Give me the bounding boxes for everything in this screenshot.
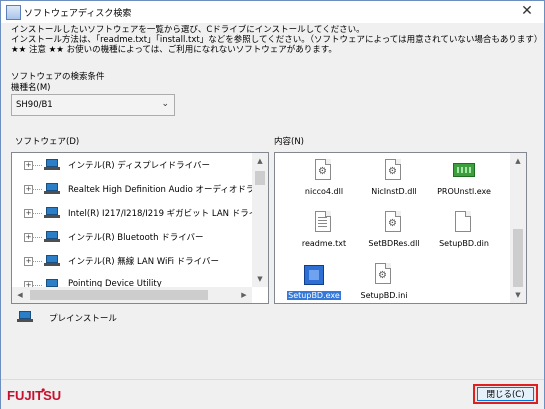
file-name: SetupBD.din: [439, 239, 489, 248]
scroll-down-icon[interactable]: ▼: [252, 271, 268, 287]
tree-item-label: Intel(R) I217/I218/I219 ギガビット LAN ドライバ: [68, 209, 266, 219]
software-disk-search-window: ソフトウェアディスク検索 ✕ インストールしたいソフトウェアを一覧から選び、Cド…: [0, 0, 545, 409]
scroll-up-icon[interactable]: ▲: [510, 153, 526, 169]
model-select-value: SH90/B1: [16, 100, 53, 110]
svg-text:FUJITSU: FUJITSU: [7, 388, 61, 403]
file-item[interactable]: SetupBD.din: [429, 209, 499, 259]
file-item[interactable]: readme.txt: [289, 209, 359, 259]
file-name: nicco4.dll: [304, 187, 344, 196]
laptop-icon: [44, 207, 60, 218]
dll-file-icon: ⚙: [385, 211, 403, 233]
laptop-icon: [44, 255, 60, 266]
main-content: インストールしたいソフトウェアを一覧から選び、Cドライブにインストールしてくださ…: [1, 23, 544, 379]
tree-item[interactable]: + インテル(R) 無線 LAN WiFi ドライバー: [12, 251, 252, 271]
setup-exe-icon: [304, 263, 324, 285]
tree-item-label: インテル(R) ディスプレイドライバー: [68, 161, 210, 171]
tree-horizontal-scrollbar[interactable]: ◀ ▶: [12, 287, 252, 303]
footer: FUJITSU 閉じる(C): [1, 379, 544, 409]
window-close-icon[interactable]: ✕: [518, 3, 536, 19]
text-file-icon: [315, 211, 333, 233]
file-item[interactable]: ⚙ SetupBD.ini: [349, 261, 419, 303]
scroll-thumb[interactable]: [255, 171, 265, 185]
laptop-icon: [44, 159, 60, 170]
tree-item[interactable]: + Realtek High Definition Audio オーディオドライ…: [12, 179, 268, 199]
close-button[interactable]: 閉じる(C): [477, 387, 534, 401]
scroll-down-icon[interactable]: ▼: [510, 287, 526, 303]
tree-item-label: インテル(R) 無線 LAN WiFi ドライバー: [68, 257, 219, 267]
tree-item-selected[interactable]: + Intel(R) I217/I218/I219 ギガビット LAN ドライバ: [12, 203, 266, 223]
contents-vertical-scrollbar[interactable]: ▲ ▼: [510, 153, 526, 303]
tree-vertical-scrollbar[interactable]: ▲ ▼: [252, 153, 268, 287]
window-title: ソフトウェアディスク検索: [24, 9, 132, 19]
contents-label: 内容(N): [274, 137, 304, 147]
file-name: readme.txt: [301, 239, 347, 248]
tree-item[interactable]: + インテル(R) ディスプレイドライバー: [12, 155, 252, 175]
software-list-label: ソフトウェア(D): [15, 137, 80, 147]
file-name: SetBDRes.dll: [368, 239, 420, 248]
software-tree[interactable]: + インテル(R) ディスプレイドライバー + Realtek High Def…: [11, 152, 269, 304]
file-item[interactable]: ⚙ SetBDRes.dll: [359, 209, 429, 259]
instruction-line-3: ★★ 注意 ★★ お使いの機種によっては、ご利用になれないソフトウェアがあります…: [11, 45, 337, 55]
exe-file-icon: [453, 159, 475, 181]
ini-file-icon: ⚙: [375, 263, 393, 285]
file-item[interactable]: PROUnstl.exe: [429, 157, 499, 207]
model-select[interactable]: SH90/B1 ⌄: [11, 94, 175, 116]
close-button-highlight[interactable]: 閉じる(C): [473, 384, 538, 404]
blank-file-icon: [455, 211, 473, 233]
laptop-icon: [17, 311, 33, 322]
tree-item[interactable]: + インテル(R) Bluetooth ドライバー: [12, 227, 252, 247]
laptop-icon: [44, 183, 60, 194]
fujitsu-logo: FUJITSU: [7, 388, 61, 403]
chevron-down-icon: ⌄: [161, 99, 169, 109]
scroll-right-icon[interactable]: ▶: [236, 287, 252, 303]
file-name: NicInstD.dll: [371, 187, 417, 196]
scroll-thumb[interactable]: [513, 229, 523, 287]
app-icon: [6, 5, 21, 20]
contents-panel[interactable]: ⚙ nicco4.dll ⚙ NicInstD.dll PROUnstl.exe…: [274, 152, 527, 304]
dll-file-icon: ⚙: [315, 159, 333, 181]
scroll-thumb[interactable]: [30, 290, 208, 300]
dll-file-icon: ⚙: [385, 159, 403, 181]
scroll-left-icon[interactable]: ◀: [12, 287, 28, 303]
file-item-selected[interactable]: SetupBD.exe: [279, 261, 349, 303]
file-item[interactable]: ⚙ nicco4.dll: [289, 157, 359, 207]
file-name: PROUnstl.exe: [437, 187, 491, 196]
model-name-label: 機種名(M): [11, 83, 51, 93]
file-name: SetupBD.exe: [287, 291, 341, 300]
laptop-icon: [44, 231, 60, 242]
scroll-up-icon[interactable]: ▲: [252, 153, 268, 169]
tree-item-label: インテル(R) Bluetooth ドライバー: [68, 233, 204, 243]
tree-item-label: Realtek High Definition Audio オーディオドライバ: [68, 185, 269, 195]
title-bar: ソフトウェアディスク検索 ✕: [1, 1, 544, 23]
file-name: SetupBD.ini: [360, 291, 408, 300]
file-item[interactable]: ⚙ NicInstD.dll: [359, 157, 429, 207]
preinstall-label: プレインストール: [49, 314, 117, 324]
